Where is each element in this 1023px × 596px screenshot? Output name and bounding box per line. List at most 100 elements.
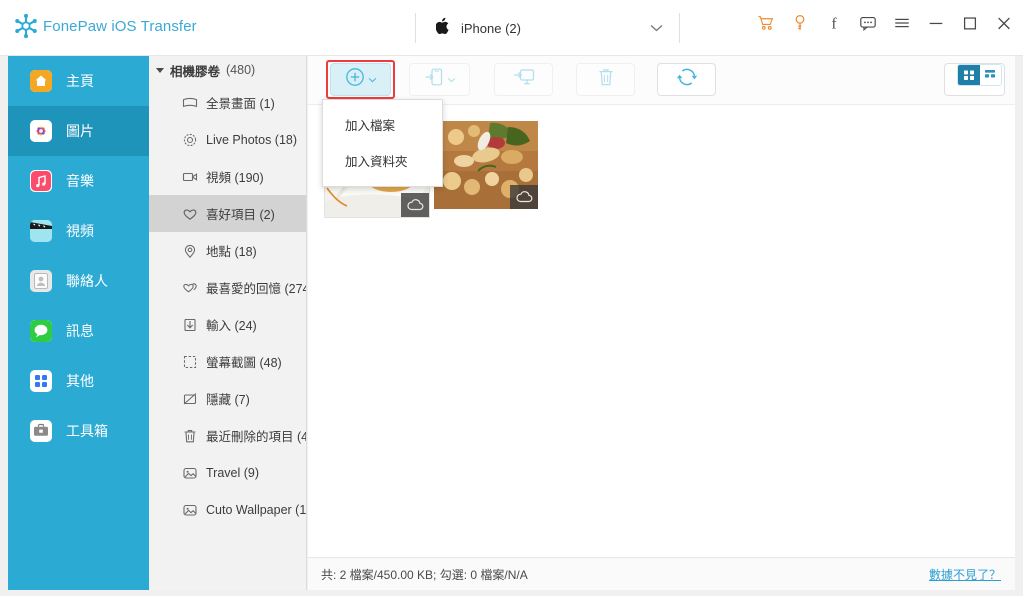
tree-header-count: (480) bbox=[226, 63, 256, 77]
status-summary: 共: 2 檔案/450.00 KB; 勾選: 0 檔案/N/A bbox=[321, 567, 528, 582]
tree-item-label: 視頻 (190) bbox=[206, 171, 264, 185]
device-name: iPhone (2) bbox=[461, 20, 521, 36]
sidebar-item-messages[interactable]: 訊息 bbox=[8, 306, 149, 356]
tree-item-label: Live Photos (18) bbox=[206, 132, 298, 147]
tree-item-favorites[interactable]: 喜好項目 (2) bbox=[149, 195, 306, 232]
tree-item-cuto-wallpaper[interactable]: Cuto Wallpaper (1) bbox=[149, 491, 306, 528]
sidebar-label: 圖片 bbox=[66, 123, 94, 139]
sidebar-item-toolbox[interactable]: 工具箱 bbox=[8, 406, 149, 456]
export-to-computer-icon bbox=[512, 66, 535, 93]
sidebar-label: 音樂 bbox=[66, 173, 94, 189]
add-button[interactable] bbox=[330, 63, 391, 96]
tree-item-label: 螢幕截圖 (48) bbox=[206, 356, 282, 370]
tree-item-favorite-memories[interactable]: 最喜愛的回憶 (274) bbox=[149, 269, 306, 306]
sidebar-item-other[interactable]: 其他 bbox=[8, 356, 149, 406]
photos-icon bbox=[30, 120, 52, 142]
tree-item-label: 隱藏 (7) bbox=[206, 393, 250, 407]
data-missing-link[interactable]: 數據不見了？ bbox=[929, 566, 1001, 583]
refresh-button[interactable] bbox=[657, 63, 716, 96]
sidebar-label: 視頻 bbox=[66, 223, 94, 239]
tree-item-panorama[interactable]: 全景畫面 (1) bbox=[149, 84, 306, 121]
contacts-icon bbox=[30, 270, 52, 292]
album-tree-panel: 相機膠卷 (480) 全景畫面 (1) Live Photos (18) 視頻 … bbox=[149, 56, 307, 590]
video-camera-icon bbox=[182, 169, 198, 185]
sidebar-label: 訊息 bbox=[66, 323, 94, 339]
application-window: FonePaw iOS Transfer iPhone (2) f 主頁 圖片 … bbox=[0, 0, 1023, 596]
messages-icon bbox=[30, 320, 52, 342]
export-to-device-button[interactable] bbox=[409, 63, 470, 96]
cloud-icon bbox=[401, 193, 429, 217]
sidebar-item-video[interactable]: 視頻 bbox=[8, 206, 149, 256]
list-view-icon[interactable] bbox=[979, 65, 1001, 85]
menu-item-add-file[interactable]: 加入檔案 bbox=[323, 106, 442, 142]
chevron-down-icon[interactable] bbox=[650, 19, 663, 37]
tree-item-videos[interactable]: 視頻 (190) bbox=[149, 158, 306, 195]
plus-circle-icon bbox=[344, 66, 366, 93]
cart-icon[interactable] bbox=[757, 14, 775, 32]
sidebar-item-contacts[interactable]: 聯絡人 bbox=[8, 256, 149, 306]
tree-header-label: 相機膠卷 bbox=[170, 64, 221, 79]
tree-item-label: Travel (9) bbox=[206, 465, 260, 480]
sidebar-item-photos[interactable]: 圖片 bbox=[8, 106, 149, 156]
album-icon bbox=[182, 465, 198, 481]
tree-item-label: 喜好項目 (2) bbox=[206, 208, 275, 222]
close-icon[interactable] bbox=[995, 14, 1013, 32]
sidebar: 主頁 圖片 音樂 視頻 聯絡人 訊息 其他 工具箱 bbox=[8, 56, 149, 590]
sidebar-label: 工具箱 bbox=[66, 423, 108, 439]
tree-item-recently-deleted[interactable]: 最近刪除的項目 (4) bbox=[149, 417, 306, 454]
export-to-pc-button[interactable] bbox=[494, 63, 553, 96]
menu-icon[interactable] bbox=[893, 14, 911, 32]
minimize-icon[interactable] bbox=[927, 14, 945, 32]
import-icon bbox=[182, 317, 198, 333]
video-icon bbox=[30, 220, 52, 242]
panorama-icon bbox=[182, 95, 198, 111]
menu-item-add-folder[interactable]: 加入資料夾 bbox=[323, 142, 442, 178]
tree-item-travel[interactable]: Travel (9) bbox=[149, 454, 306, 491]
facebook-icon[interactable]: f bbox=[825, 14, 843, 32]
status-bar: 共: 2 檔案/450.00 KB; 勾選: 0 檔案/N/A 數據不見了？ bbox=[308, 557, 1015, 590]
photo-thumbnail[interactable] bbox=[434, 121, 538, 209]
grid-view-icon[interactable] bbox=[958, 65, 980, 85]
hidden-icon bbox=[182, 391, 198, 407]
tree-item-label: 最近刪除的項目 (4) bbox=[206, 430, 307, 444]
sidebar-item-music[interactable]: 音樂 bbox=[8, 156, 149, 206]
tree-item-label: 地點 (18) bbox=[206, 245, 257, 259]
screenshot-icon bbox=[182, 354, 198, 370]
key-icon[interactable] bbox=[791, 14, 809, 32]
add-dropdown-menu: 加入檔案 加入資料夾 bbox=[322, 99, 443, 187]
sidebar-label: 其他 bbox=[66, 373, 94, 389]
trash-icon bbox=[595, 66, 617, 93]
menu-item-label: 加入資料夾 bbox=[345, 154, 408, 169]
window-controls: f bbox=[757, 14, 1013, 32]
sidebar-label: 主頁 bbox=[66, 73, 94, 89]
tree-item-places[interactable]: 地點 (18) bbox=[149, 232, 306, 269]
svg-text:f: f bbox=[831, 15, 837, 32]
expand-triangle-icon[interactable] bbox=[156, 67, 164, 73]
tree-item-hidden[interactable]: 隱藏 (7) bbox=[149, 380, 306, 417]
tree-item-label: 最喜愛的回憶 (274) bbox=[206, 282, 307, 296]
main-panel: 加入檔案 加入資料夾 共: 2 檔案/450.00 KB; 勾選: 0 檔案/N… bbox=[308, 56, 1015, 590]
view-toggle[interactable] bbox=[957, 64, 1002, 86]
tree-item-label: Cuto Wallpaper (1) bbox=[206, 502, 307, 517]
tree-header-camera-roll[interactable]: 相機膠卷 (480) bbox=[149, 56, 306, 84]
sidebar-label: 聯絡人 bbox=[66, 273, 108, 289]
tree-item-screenshots[interactable]: 螢幕截圖 (48) bbox=[149, 343, 306, 380]
refresh-icon bbox=[675, 65, 699, 94]
chevron-down-icon[interactable] bbox=[368, 77, 377, 83]
live-photo-icon bbox=[182, 132, 198, 148]
device-selector[interactable]: iPhone (2) bbox=[415, 13, 680, 43]
chevron-down-icon[interactable] bbox=[447, 77, 456, 83]
trash-icon bbox=[182, 428, 198, 444]
location-pin-icon bbox=[182, 243, 198, 259]
toolbar: 加入檔案 加入資料夾 bbox=[308, 56, 1015, 187]
tree-item-live-photos[interactable]: Live Photos (18) bbox=[149, 121, 306, 158]
tree-item-imports[interactable]: 輸入 (24) bbox=[149, 306, 306, 343]
export-to-phone-icon bbox=[423, 66, 445, 93]
sidebar-item-home[interactable]: 主頁 bbox=[8, 56, 149, 106]
brand: FonePaw iOS Transfer bbox=[12, 12, 197, 40]
maximize-icon[interactable] bbox=[961, 14, 979, 32]
double-heart-icon bbox=[182, 280, 198, 296]
delete-button[interactable] bbox=[576, 63, 635, 96]
feedback-icon[interactable] bbox=[859, 14, 877, 32]
apple-logo-icon bbox=[426, 17, 451, 40]
